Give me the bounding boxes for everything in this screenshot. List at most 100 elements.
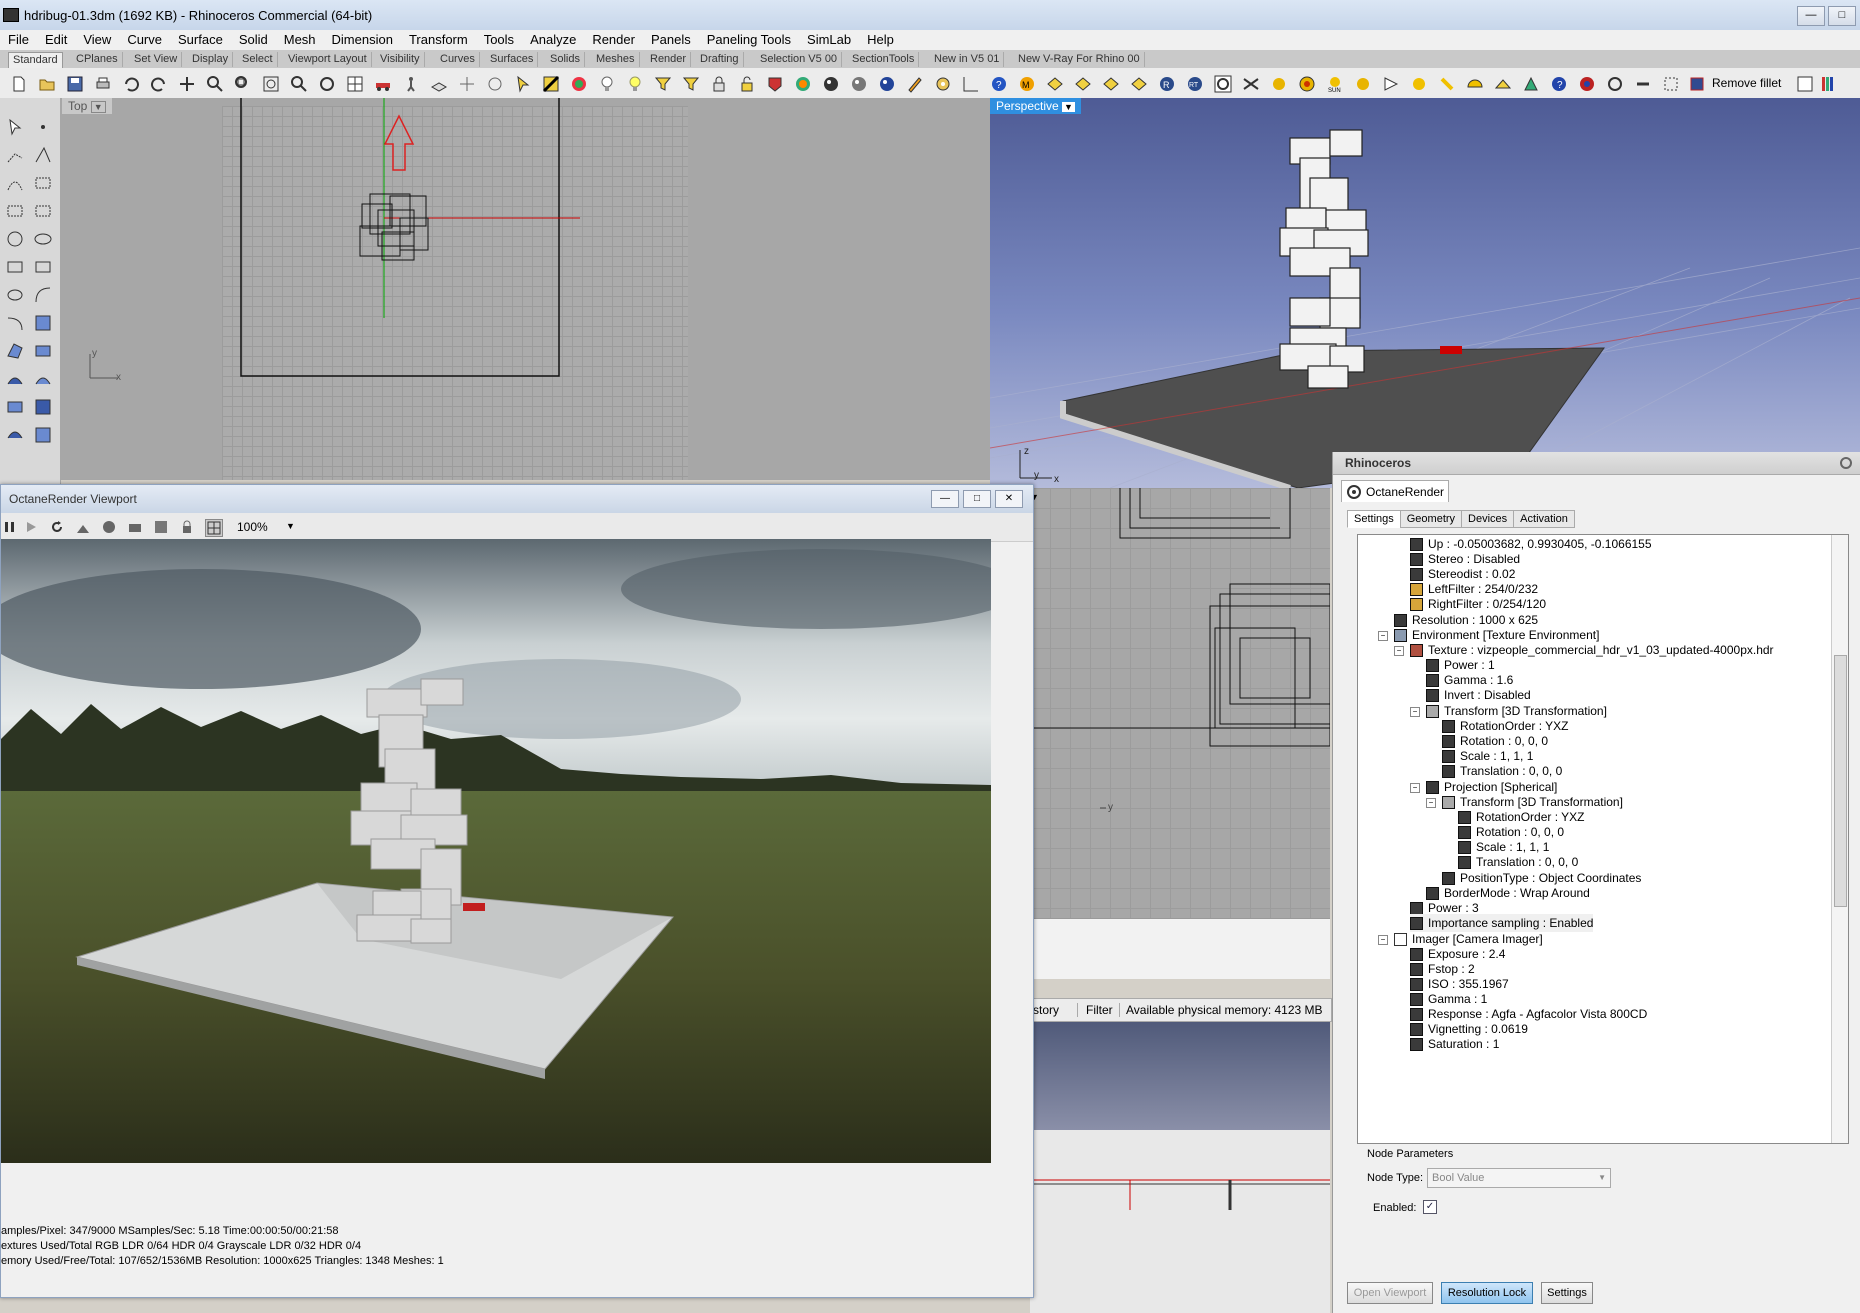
tab-standard[interactable]: Standard <box>8 52 63 68</box>
menu-file[interactable]: File <box>0 30 37 50</box>
subtab-activation[interactable]: Activation <box>1513 510 1575 528</box>
menu-simlab[interactable]: SimLab <box>799 30 859 50</box>
spotlight-icon[interactable] <box>1382 75 1400 93</box>
ies-light-icon[interactable] <box>1438 75 1456 93</box>
interp-curve-icon[interactable] <box>34 174 52 192</box>
restart-icon[interactable] <box>49 519 65 535</box>
menu-curve[interactable]: Curve <box>119 30 170 50</box>
info-icon[interactable]: ? <box>1550 75 1568 93</box>
pencil-icon[interactable] <box>906 75 924 93</box>
target-icon[interactable] <box>1298 75 1316 93</box>
menu-surface[interactable]: Surface <box>170 30 231 50</box>
node-type-select[interactable]: Bool Value ▼ <box>1427 1168 1611 1188</box>
circle-icon[interactable] <box>6 230 24 248</box>
rectangle-icon[interactable] <box>6 202 24 220</box>
help-icon[interactable]: ? <box>990 75 1008 93</box>
point-icon[interactable] <box>34 118 52 136</box>
menu-render[interactable]: Render <box>584 30 643 50</box>
open-viewport-button[interactable]: Open Viewport <box>1347 1282 1433 1304</box>
subtab-geometry[interactable]: Geometry <box>1399 510 1463 528</box>
zoom-extents-icon[interactable] <box>262 75 280 93</box>
material-picker-icon[interactable] <box>101 519 117 535</box>
perspective-viewport[interactable]: Perspective ▼ z y x <box>990 98 1860 488</box>
proxy-icon[interactable] <box>1494 75 1512 93</box>
tab-visibility[interactable]: Visibility <box>376 52 425 67</box>
remove-fillet-icon[interactable] <box>1688 75 1706 93</box>
octane-minimize-button[interactable]: — <box>931 490 959 508</box>
octane-icon[interactable] <box>1214 75 1232 93</box>
sweep-icon[interactable] <box>34 370 52 388</box>
dimension-icon[interactable] <box>962 75 980 93</box>
materials-icon[interactable] <box>766 75 784 93</box>
menu-edit[interactable]: Edit <box>37 30 75 50</box>
region-render-icon[interactable] <box>205 519 223 537</box>
collapse-toggle-icon[interactable]: − <box>1378 631 1388 641</box>
render-icon[interactable] <box>878 75 896 93</box>
polygon-icon[interactable] <box>34 202 52 220</box>
flower-icon[interactable] <box>1606 75 1624 93</box>
tab-cplanes[interactable]: CPlanes <box>72 52 123 67</box>
filter-icon[interactable] <box>654 75 672 93</box>
tab-drafting[interactable]: Drafting <box>696 52 744 67</box>
resolution-lock-button[interactable]: Resolution Lock <box>1441 1282 1533 1304</box>
gear-icon[interactable] <box>934 75 952 93</box>
mesh-icon[interactable] <box>6 426 24 444</box>
offset-curve-icon[interactable] <box>6 314 24 332</box>
tab-render[interactable]: Render <box>646 52 692 67</box>
subtab-devices[interactable]: Devices <box>1461 510 1515 528</box>
menu-paneling-tools[interactable]: Paneling Tools <box>699 30 799 50</box>
set-view-icon[interactable] <box>458 75 476 93</box>
front-viewport[interactable]: ▼ y <box>1030 488 1330 918</box>
octanerender-tab[interactable]: OctaneRender <box>1341 480 1449 502</box>
revolve-icon[interactable] <box>6 370 24 388</box>
settings-button[interactable]: Settings <box>1541 1282 1593 1304</box>
zoom-dropdown-icon[interactable]: ▼ <box>286 521 295 531</box>
color-bars-icon[interactable] <box>1820 75 1838 93</box>
undo-icon[interactable] <box>122 75 140 93</box>
zoom-level[interactable]: 100% <box>237 520 268 534</box>
tab-new-vray[interactable]: New V-Ray For Rhino 00 <box>1014 52 1145 67</box>
tree-scrollbar-thumb[interactable] <box>1834 655 1847 907</box>
rt-render-icon[interactable]: RT <box>1186 75 1204 93</box>
lock-camera-icon[interactable] <box>179 519 195 535</box>
tab-set-view[interactable]: Set View <box>130 52 183 67</box>
globe-icon[interactable] <box>1578 75 1596 93</box>
collapse-toggle-icon[interactable]: − <box>1410 707 1420 717</box>
octane-maximize-button[interactable]: □ <box>963 490 991 508</box>
cube-select-icon[interactable] <box>1662 75 1680 93</box>
rectangular-light-icon[interactable] <box>1410 75 1428 93</box>
color-wheel-icon[interactable] <box>570 75 588 93</box>
select-arrow-icon[interactable] <box>6 118 24 136</box>
layer-icon[interactable] <box>542 75 560 93</box>
light-bulb-on-icon[interactable] <box>626 75 644 93</box>
camera-icon[interactable] <box>127 519 143 535</box>
collapse-toggle-icon[interactable]: − <box>1378 935 1388 945</box>
panel-gear-icon[interactable] <box>1839 456 1853 470</box>
focus-picker-icon[interactable] <box>75 519 91 535</box>
line-icon[interactable] <box>34 146 52 164</box>
open-folder-icon[interactable] <box>38 75 56 93</box>
surface-corner-icon[interactable] <box>6 342 24 360</box>
tab-curves[interactable]: Curves <box>436 52 480 67</box>
menu-dimension[interactable]: Dimension <box>324 30 401 50</box>
collapse-toggle-icon[interactable]: − <box>1394 646 1404 656</box>
play-icon[interactable] <box>23 519 39 535</box>
new-file-icon[interactable] <box>10 75 28 93</box>
enabled-checkbox[interactable]: ✓ <box>1423 1200 1437 1214</box>
select-icon[interactable] <box>514 75 532 93</box>
maximize-button[interactable]: □ <box>1828 6 1856 26</box>
vray-render-icon[interactable] <box>1102 75 1120 93</box>
light-orb-icon[interactable] <box>1354 75 1372 93</box>
tree-scrollbar[interactable] <box>1831 535 1848 1143</box>
menu-analyze[interactable]: Analyze <box>522 30 584 50</box>
tree-node[interactable]: Saturation : 1 <box>1410 1035 1499 1053</box>
menu-tools[interactable]: Tools <box>476 30 522 50</box>
tab-selection-v5[interactable]: Selection V5 00 <box>756 52 843 67</box>
collapse-toggle-icon[interactable]: − <box>1426 798 1436 808</box>
zoom-selected-icon[interactable] <box>290 75 308 93</box>
walk-icon[interactable] <box>402 75 420 93</box>
history-tab[interactable]: story <box>1033 1003 1059 1017</box>
render-preview-icon[interactable] <box>850 75 868 93</box>
sun-icon[interactable]: SUN <box>1326 75 1344 93</box>
car-icon[interactable] <box>374 75 392 93</box>
